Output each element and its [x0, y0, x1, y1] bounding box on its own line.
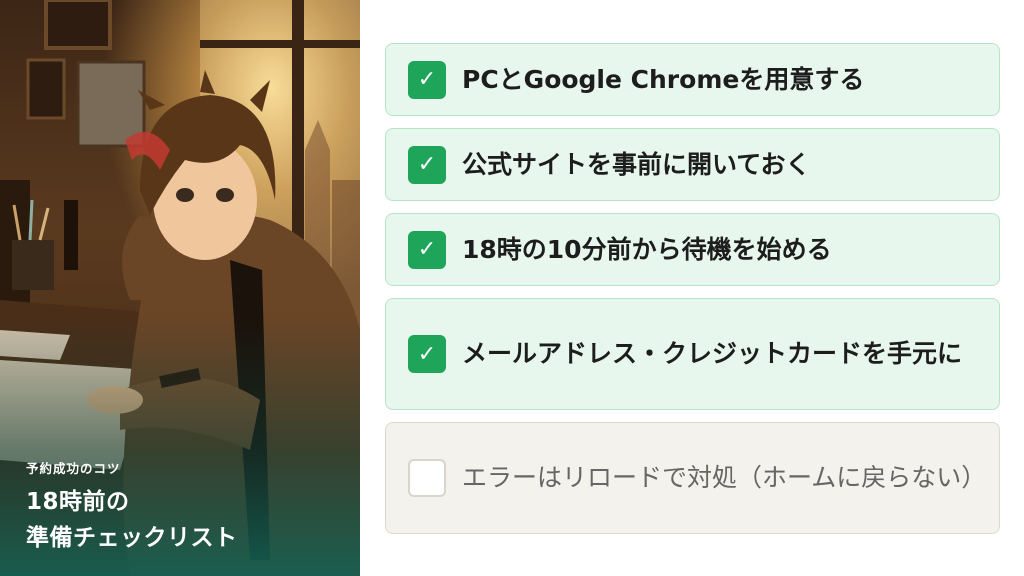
- checkmark-icon: ✓: [417, 237, 437, 262]
- checkbox-checked[interactable]: ✓: [408, 60, 446, 99]
- checkmark-icon: ✓: [417, 67, 437, 92]
- hero-kicker: 予約成功のコツ: [26, 461, 121, 476]
- checklist-item-open-site[interactable]: ✓ 公式サイトを事前に開いておく: [385, 128, 1000, 201]
- checkbox-checked[interactable]: ✓: [408, 145, 446, 184]
- checkbox-checked[interactable]: ✓: [408, 335, 446, 373]
- checklist-item-label: PCとGoogle Chromeを用意する: [462, 64, 865, 94]
- checkbox-unchecked[interactable]: [408, 459, 446, 497]
- checklist-item-label: 公式サイトを事前に開いておく: [462, 149, 811, 179]
- checklist-item-label: メールアドレス・クレジットカードを手元に: [462, 339, 963, 368]
- hero-illustration: 予約成功のコツ 18時前の 準備チェックリスト: [0, 0, 360, 576]
- checklist-item-label: 18時の10分前から待機を始める: [462, 234, 832, 264]
- checklist-item-label: エラーはリロードで対処（ホームに戻らない）: [462, 463, 987, 492]
- checklist-item-pc-chrome[interactable]: ✓ PCとGoogle Chromeを用意する: [385, 43, 1000, 116]
- hero-title: 18時前の 準備チェックリスト: [26, 484, 238, 556]
- hero-title-line-1: 18時前の: [26, 489, 130, 515]
- checkmark-icon: ✓: [417, 341, 437, 367]
- checkbox-checked[interactable]: ✓: [408, 230, 446, 269]
- checklist-item-reload-on-error[interactable]: エラーはリロードで対処（ホームに戻らない）: [385, 422, 1000, 534]
- checkmark-icon: ✓: [417, 152, 437, 177]
- checklist-item-wait-early[interactable]: ✓ 18時の10分前から待機を始める: [385, 213, 1000, 286]
- hero-title-line-2: 準備チェックリスト: [26, 525, 238, 551]
- checklist-item-email-card[interactable]: ✓ メールアドレス・クレジットカードを手元に: [385, 298, 1000, 410]
